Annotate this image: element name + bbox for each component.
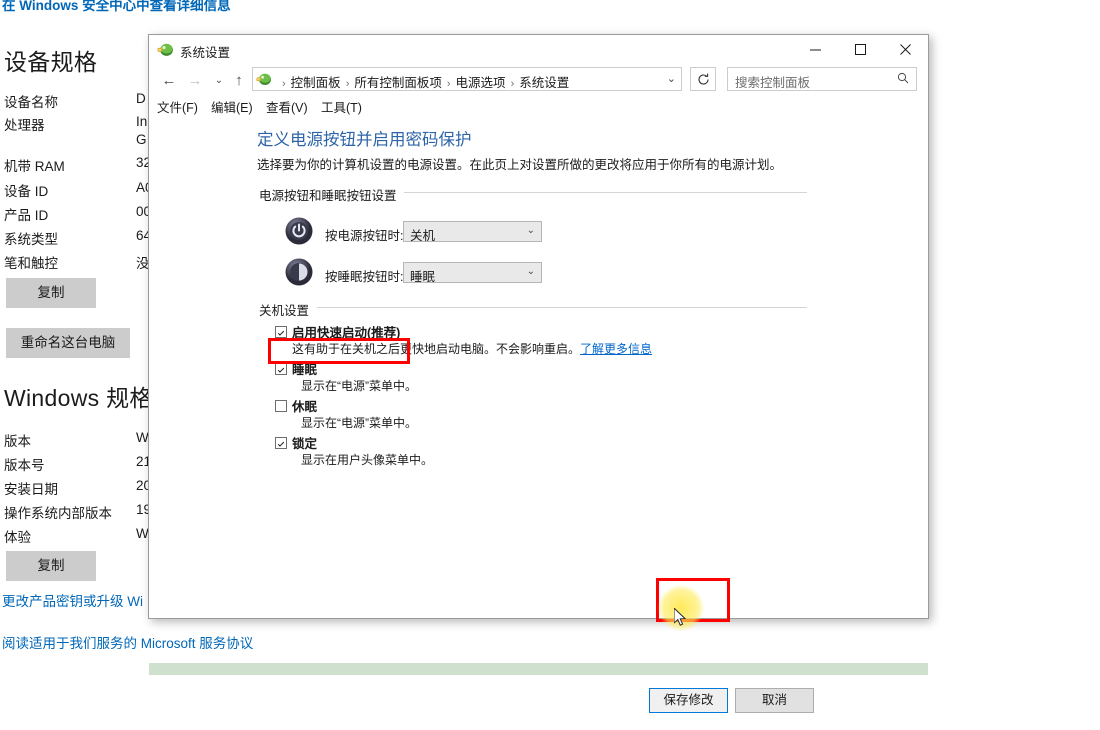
copy-device-specs-button[interactable]: 复制 bbox=[6, 278, 96, 308]
label-hibernate[interactable]: 休眠 bbox=[292, 396, 317, 415]
group-label-shutdown: 关机设置 bbox=[259, 300, 316, 319]
spec-key-install-date: 安装日期 bbox=[4, 482, 58, 497]
checkbox-fast-startup[interactable] bbox=[275, 326, 287, 338]
breadcrumb-separator: › bbox=[446, 78, 451, 90]
breadcrumb: › 控制面板 › 所有控制面板项 › 电源选项 › 系统设置 bbox=[277, 72, 569, 91]
label-lock[interactable]: 锁定 bbox=[292, 433, 317, 452]
minimize-icon bbox=[810, 49, 821, 51]
spec-value-processor: In bbox=[136, 114, 148, 129]
status-band bbox=[149, 663, 928, 675]
spec-key-edition: 版本 bbox=[4, 434, 31, 449]
spec-key-device-name: 设备名称 bbox=[4, 95, 58, 110]
sleep-button-action-label: 按睡眠按钮时: bbox=[325, 270, 404, 284]
breadcrumb-separator: › bbox=[282, 78, 286, 90]
search-box[interactable]: 搜索控制面板 bbox=[727, 67, 917, 91]
breadcrumb-separator: › bbox=[345, 78, 350, 90]
search-icon bbox=[897, 72, 909, 84]
windows-specifications-title: Windows 规格 bbox=[4, 385, 153, 411]
spec-value-device-name: D bbox=[136, 91, 146, 106]
power-options-icon bbox=[157, 43, 173, 56]
sleep-icon bbox=[285, 258, 313, 286]
power-button-action-select[interactable]: 关机 ⌄ bbox=[403, 221, 542, 243]
save-changes-button[interactable]: 保存修改 bbox=[649, 688, 728, 713]
power-options-icon-small bbox=[256, 73, 271, 85]
spec-key-os-build: 操作系统内部版本 bbox=[4, 506, 112, 521]
dialog-content: 定义电源按钮并启用密码保护 选择要为你的计算机设置的电源设置。在此页上对设置所做… bbox=[149, 117, 928, 730]
desc-hibernate: 显示在“电源”菜单中。 bbox=[301, 416, 417, 430]
learn-more-link[interactable]: 了解更多信息 bbox=[580, 342, 652, 356]
system-settings-window: 系统设置 ← → ⌄ ↑ › 控制面板 › 所有控制面板项 › 电源选项 › 系统设置 bbox=[148, 34, 929, 730]
sleep-button-action-value: 睡眠 bbox=[410, 270, 436, 284]
power-button-action-value: 关机 bbox=[410, 229, 436, 243]
group-label-power-buttons: 电源按钮和睡眠按钮设置 bbox=[259, 185, 403, 204]
spec-value-processor-2: G bbox=[136, 132, 147, 147]
power-button-action-label: 按电源按钮时: bbox=[325, 229, 404, 243]
forward-button[interactable]: → bbox=[183, 68, 207, 92]
close-button[interactable] bbox=[883, 35, 928, 64]
checkbox-sleep[interactable] bbox=[275, 363, 287, 375]
windows-security-link[interactable]: 在 Windows 安全中心中查看详细信息 bbox=[2, 0, 231, 14]
dialog-footer: 保存修改 取消 bbox=[149, 675, 928, 730]
breadcrumb-separator: › bbox=[510, 78, 515, 90]
device-specifications-title: 设备规格 bbox=[4, 49, 98, 75]
breadcrumb-item-all-items[interactable]: 所有控制面板项 bbox=[354, 76, 442, 90]
checkbox-hibernate[interactable] bbox=[275, 400, 287, 412]
sleep-button-action-select[interactable]: 睡眠 ⌄ bbox=[403, 262, 542, 284]
chevron-down-icon[interactable]: ⌄ bbox=[667, 72, 676, 85]
spec-key-ram: 机带 RAM bbox=[4, 159, 65, 174]
copy-windows-specs-button[interactable]: 复制 bbox=[6, 551, 96, 581]
spec-value-experience: W bbox=[136, 526, 149, 541]
power-icon bbox=[285, 217, 313, 245]
desc-fast-startup-text: 这有助于在关机之后更快地启动电脑。不会影响重启。 bbox=[292, 342, 581, 356]
spec-key-pen-touch: 笔和触控 bbox=[4, 256, 58, 271]
spec-key-experience: 体验 bbox=[4, 530, 31, 545]
menu-view[interactable]: 查看(V) bbox=[266, 97, 308, 116]
menu-file[interactable]: 文件(F) bbox=[157, 97, 198, 116]
rename-pc-button[interactable]: 重命名这台电脑 bbox=[6, 328, 130, 358]
navigation-bar: ← → ⌄ ↑ › 控制面板 › 所有控制面板项 › 电源选项 › 系统设置 ⌄ 搜 bbox=[149, 65, 928, 95]
desc-fast-startup: 这有助于在关机之后更快地启动电脑。不会影响重启。了解更多信息 bbox=[292, 340, 652, 357]
window-titlebar[interactable]: 系统设置 bbox=[149, 35, 928, 65]
desc-lock: 显示在用户头像菜单中。 bbox=[301, 453, 434, 467]
chevron-down-icon: ⌄ bbox=[526, 266, 535, 277]
menu-tools[interactable]: 工具(T) bbox=[321, 97, 362, 116]
menu-edit[interactable]: 编辑(E) bbox=[211, 97, 253, 116]
maximize-button[interactable] bbox=[838, 35, 883, 64]
address-bar[interactable]: › 控制面板 › 所有控制面板项 › 电源选项 › 系统设置 ⌄ bbox=[252, 67, 682, 91]
menu-bar: 文件(F) 编辑(E) 查看(V) 工具(T) bbox=[149, 95, 928, 117]
breadcrumb-item-power-options[interactable]: 电源选项 bbox=[456, 76, 506, 90]
close-icon bbox=[900, 44, 911, 55]
group-divider bbox=[404, 192, 807, 193]
breadcrumb-item-system-settings[interactable]: 系统设置 bbox=[519, 76, 569, 90]
back-button[interactable]: ← bbox=[157, 68, 181, 92]
microsoft-services-agreement-link[interactable]: 阅读适用于我们服务的 Microsoft 服务协议 bbox=[2, 635, 253, 652]
minimize-button[interactable] bbox=[793, 35, 838, 64]
spec-key-processor: 处理器 bbox=[4, 118, 45, 133]
search-input[interactable]: 搜索控制面板 bbox=[735, 72, 810, 91]
up-button[interactable]: ↑ bbox=[227, 68, 251, 92]
chevron-down-icon: ⌄ bbox=[526, 225, 535, 236]
refresh-icon bbox=[697, 73, 709, 85]
maximize-icon bbox=[855, 44, 866, 55]
label-sleep[interactable]: 睡眠 bbox=[292, 359, 317, 378]
spec-key-version: 版本号 bbox=[4, 458, 45, 473]
cancel-button[interactable]: 取消 bbox=[735, 688, 814, 713]
breadcrumb-item-control-panel[interactable]: 控制面板 bbox=[291, 76, 341, 90]
checkbox-lock[interactable] bbox=[275, 437, 287, 449]
spec-value-edition: W bbox=[136, 430, 149, 445]
spec-key-device-id: 设备 ID bbox=[4, 184, 49, 199]
page-description: 选择要为你的计算机设置的电源设置。在此页上对设置所做的更改将应用于你所有的电源计… bbox=[257, 158, 783, 172]
spec-key-system-type: 系统类型 bbox=[4, 232, 58, 247]
window-title: 系统设置 bbox=[180, 46, 231, 60]
label-fast-startup[interactable]: 启用快速启动(推荐) bbox=[292, 322, 400, 341]
desc-sleep: 显示在“电源”菜单中。 bbox=[301, 379, 417, 393]
refresh-button[interactable] bbox=[690, 67, 716, 91]
spec-key-product-id: 产品 ID bbox=[4, 208, 49, 223]
group-divider bbox=[317, 307, 807, 308]
change-product-key-link[interactable]: 更改产品密钥或升级 Wi bbox=[2, 593, 143, 610]
page-title: 定义电源按钮并启用密码保护 bbox=[257, 131, 472, 149]
